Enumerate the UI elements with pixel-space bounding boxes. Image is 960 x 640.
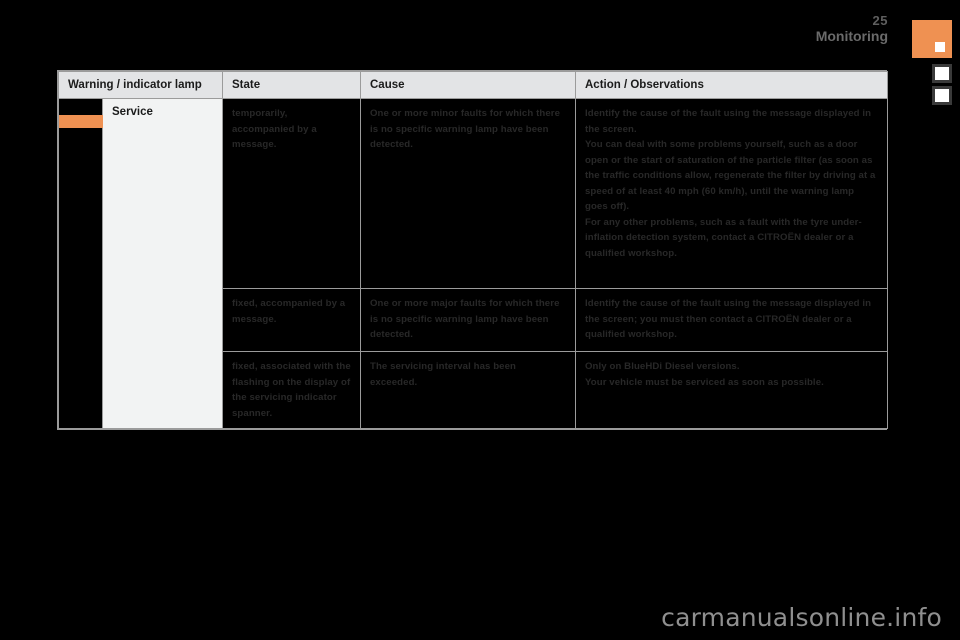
row-1-action: Identify the cause of the fault using th… <box>575 98 888 289</box>
warning-lamp-table-wrapper: Warning / indicator lamp State Cause Act… <box>57 70 888 431</box>
row-2-cause: One or more major faults for which there… <box>360 288 576 352</box>
lamp-name: Service <box>102 97 223 430</box>
row-2-action: Identify the cause of the fault using th… <box>575 288 888 352</box>
table-header-row: Warning / indicator lamp State Cause Act… <box>58 71 888 99</box>
row-2-action-p1: Identify the cause of the fault using th… <box>585 298 872 341</box>
row-3-cause: The servicing interval has been exceeded… <box>360 350 576 430</box>
column-header-action: Action / Observations <box>575 71 888 99</box>
tab-inner-icon <box>935 89 949 102</box>
row-2-state: fixed, accompanied by a message. <box>222 288 361 352</box>
row-1-state: temporarily, accompanied by a message. <box>222 98 361 289</box>
column-header-state: State <box>222 71 361 99</box>
row-3-state: fixed, associated with the flashing on t… <box>222 350 361 430</box>
row-1-action-p3: For any other problems, such as a fault … <box>585 216 862 259</box>
row-1-action-p1: Identify the cause of the fault using th… <box>585 108 872 135</box>
service-spanner-warning-lamp-icon <box>58 97 103 430</box>
row-3-action: Only on BlueHDi Diesel versions. Your ve… <box>575 350 888 430</box>
tab-dot-icon <box>935 42 945 52</box>
row-3-action-p1: Only on BlueHDi Diesel versions. <box>585 361 740 372</box>
manual-page: 25 Monitoring Warning / indicator lamp S… <box>0 0 960 640</box>
orange-section-tab-icon <box>912 20 952 58</box>
section-title: Monitoring <box>815 27 888 44</box>
tab-inner-icon <box>935 67 949 80</box>
table-row: Service temporarily, accompanied by a me… <box>58 97 888 430</box>
warning-lamp-table: Warning / indicator lamp State Cause Act… <box>58 71 888 430</box>
table-header: Warning / indicator lamp State Cause Act… <box>58 71 888 99</box>
lamp-glyph-icon <box>59 115 103 128</box>
site-watermark: carmanualsonline.info <box>661 603 942 632</box>
page-header: 25 Monitoring <box>816 14 888 43</box>
section-tab-marker-icon-1 <box>932 64 952 83</box>
section-tab-marker-icon-2 <box>932 86 952 105</box>
row-1-action-p2: You can deal with some problems yourself… <box>585 139 876 213</box>
row-3-action-p2: Your vehicle must be serviced as soon as… <box>585 376 824 388</box>
page-number: 25 <box>872 13 888 28</box>
row-1-cause: One or more minor faults for which there… <box>360 98 576 289</box>
column-header-warning-lamp: Warning / indicator lamp <box>58 71 223 99</box>
table-body: Service temporarily, accompanied by a me… <box>58 97 888 430</box>
column-header-cause: Cause <box>360 71 576 99</box>
